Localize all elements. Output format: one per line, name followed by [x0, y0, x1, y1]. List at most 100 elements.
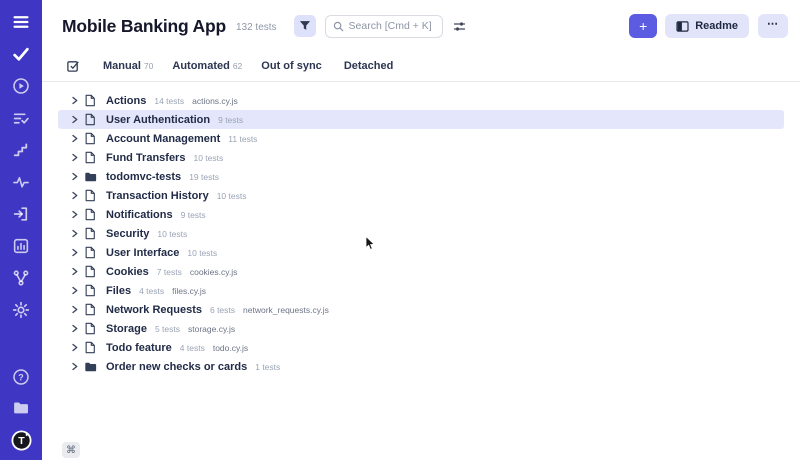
test-suites-tree: Actions 14 tests actions.cy.js User Auth… [42, 82, 800, 376]
suite-label: Storage [106, 323, 147, 335]
testomat-logo-icon[interactable]: T [11, 430, 32, 451]
suite-test-count: 9 tests [218, 115, 243, 125]
tab-out-of-sync[interactable]: Out of sync [261, 60, 325, 72]
search-icon [333, 21, 344, 32]
settings-gear-icon[interactable] [12, 301, 30, 319]
tree-row[interactable]: Actions 14 tests actions.cy.js [58, 91, 784, 110]
suite-test-count: 9 tests [181, 210, 206, 220]
tree-row[interactable]: Todo feature 4 tests todo.cy.js [58, 338, 784, 357]
tab-label: Manual [103, 60, 141, 72]
milestones-steps-icon[interactable] [12, 141, 30, 159]
tree-row[interactable]: Cookies 7 tests cookies.cy.js [58, 262, 784, 281]
tree-row[interactable]: User Authentication 9 tests [58, 110, 784, 129]
page-title: Mobile Banking App [62, 16, 226, 37]
chevron-right-icon[interactable] [70, 305, 80, 314]
tree-row[interactable]: Security 10 tests [58, 224, 784, 243]
tree-row[interactable]: Files 4 tests files.cy.js [58, 281, 784, 300]
search-input[interactable] [349, 20, 435, 32]
add-test-button[interactable]: + [629, 14, 657, 38]
suite-file-name: files.cy.js [172, 286, 206, 296]
suite-test-count: 4 tests [180, 343, 205, 353]
file-icon [84, 265, 98, 278]
tree-row[interactable]: Storage 5 tests storage.cy.js [58, 319, 784, 338]
suite-file-name: network_requests.cy.js [243, 305, 329, 315]
keyboard-shortcuts-button[interactable]: ⌘ [62, 442, 80, 458]
suite-test-count: 10 tests [157, 229, 187, 239]
tab-detached[interactable]: Detached [344, 60, 397, 72]
tree-row[interactable]: todomvc-tests 19 tests [58, 167, 784, 186]
file-icon [84, 94, 98, 107]
select-all-icon[interactable] [66, 59, 80, 73]
projects-folder-icon[interactable] [12, 399, 30, 417]
import-enter-icon[interactable] [12, 205, 30, 223]
more-options-button[interactable]: ⋯ [758, 14, 788, 38]
filter-button[interactable] [294, 15, 316, 37]
suite-label: Security [106, 228, 149, 240]
folder-icon [84, 171, 98, 183]
tests-check-icon[interactable] [12, 45, 30, 63]
chevron-right-icon[interactable] [70, 343, 80, 352]
suite-test-count: 5 tests [155, 324, 180, 334]
chevron-right-icon[interactable] [70, 172, 80, 181]
suite-test-count: 4 tests [139, 286, 164, 296]
activity-pulse-icon[interactable] [12, 173, 30, 191]
file-icon [84, 284, 98, 297]
chevron-right-icon[interactable] [70, 362, 80, 371]
suite-test-count: 7 tests [157, 267, 182, 277]
chevron-right-icon[interactable] [70, 96, 80, 105]
chevron-right-icon[interactable] [70, 248, 80, 257]
suite-label: Transaction History [106, 190, 209, 202]
svg-text:T: T [18, 435, 25, 447]
chevron-right-icon[interactable] [70, 210, 80, 219]
help-icon[interactable]: ? [12, 368, 30, 386]
tab-manual[interactable]: Manual 70 [103, 60, 153, 72]
view-settings-sliders-icon[interactable] [453, 20, 466, 33]
chevron-right-icon[interactable] [70, 229, 80, 238]
plans-list-check-icon[interactable] [12, 109, 30, 127]
tab-label: Out of sync [261, 60, 322, 72]
branches-icon[interactable] [12, 269, 30, 287]
tree-row[interactable]: Account Management 11 tests [58, 129, 784, 148]
tree-row[interactable]: Network Requests 6 tests network_request… [58, 300, 784, 319]
file-icon [84, 246, 98, 259]
suite-label: Network Requests [106, 304, 202, 316]
tree-row[interactable]: Transaction History 10 tests [58, 186, 784, 205]
analytics-bar-chart-icon[interactable] [12, 237, 30, 255]
chevron-right-icon[interactable] [70, 115, 80, 124]
suite-test-count: 10 tests [193, 153, 223, 163]
tree-row[interactable]: Order new checks or cards 1 tests [58, 357, 784, 376]
file-icon [84, 189, 98, 202]
tree-row[interactable]: User Interface 10 tests [58, 243, 784, 262]
suite-label: Actions [106, 95, 146, 107]
suite-label: User Authentication [106, 114, 210, 126]
file-icon [84, 322, 98, 335]
tree-row[interactable]: Fund Transfers 10 tests [58, 148, 784, 167]
suite-test-count: 10 tests [217, 191, 247, 201]
readme-button[interactable]: Readme [665, 14, 749, 38]
menu-icon[interactable] [12, 13, 30, 31]
readme-label: Readme [695, 20, 738, 32]
main-panel: Mobile Banking App 132 tests + Readme ⋯ … [42, 0, 800, 460]
chevron-right-icon[interactable] [70, 134, 80, 143]
suite-label: todomvc-tests [106, 171, 181, 183]
chevron-right-icon[interactable] [70, 191, 80, 200]
suite-test-count: 10 tests [187, 248, 217, 258]
chevron-right-icon[interactable] [70, 267, 80, 276]
tab-label: Automated [172, 60, 229, 72]
chevron-right-icon[interactable] [70, 324, 80, 333]
suite-label: Account Management [106, 133, 220, 145]
runs-play-icon[interactable] [12, 77, 30, 95]
chevron-right-icon[interactable] [70, 153, 80, 162]
tab-label: Detached [344, 60, 394, 72]
file-icon [84, 341, 98, 354]
suite-label: Files [106, 285, 131, 297]
suite-test-count: 14 tests [154, 96, 184, 106]
tree-row[interactable]: Notifications 9 tests [58, 205, 784, 224]
svg-text:?: ? [18, 372, 24, 382]
chevron-right-icon[interactable] [70, 286, 80, 295]
total-tests-count: 132 tests [236, 22, 277, 33]
suite-label: Todo feature [106, 342, 172, 354]
tab-count: 70 [144, 61, 153, 71]
suite-test-count: 19 tests [189, 172, 219, 182]
tab-automated[interactable]: Automated 62 [172, 60, 242, 72]
